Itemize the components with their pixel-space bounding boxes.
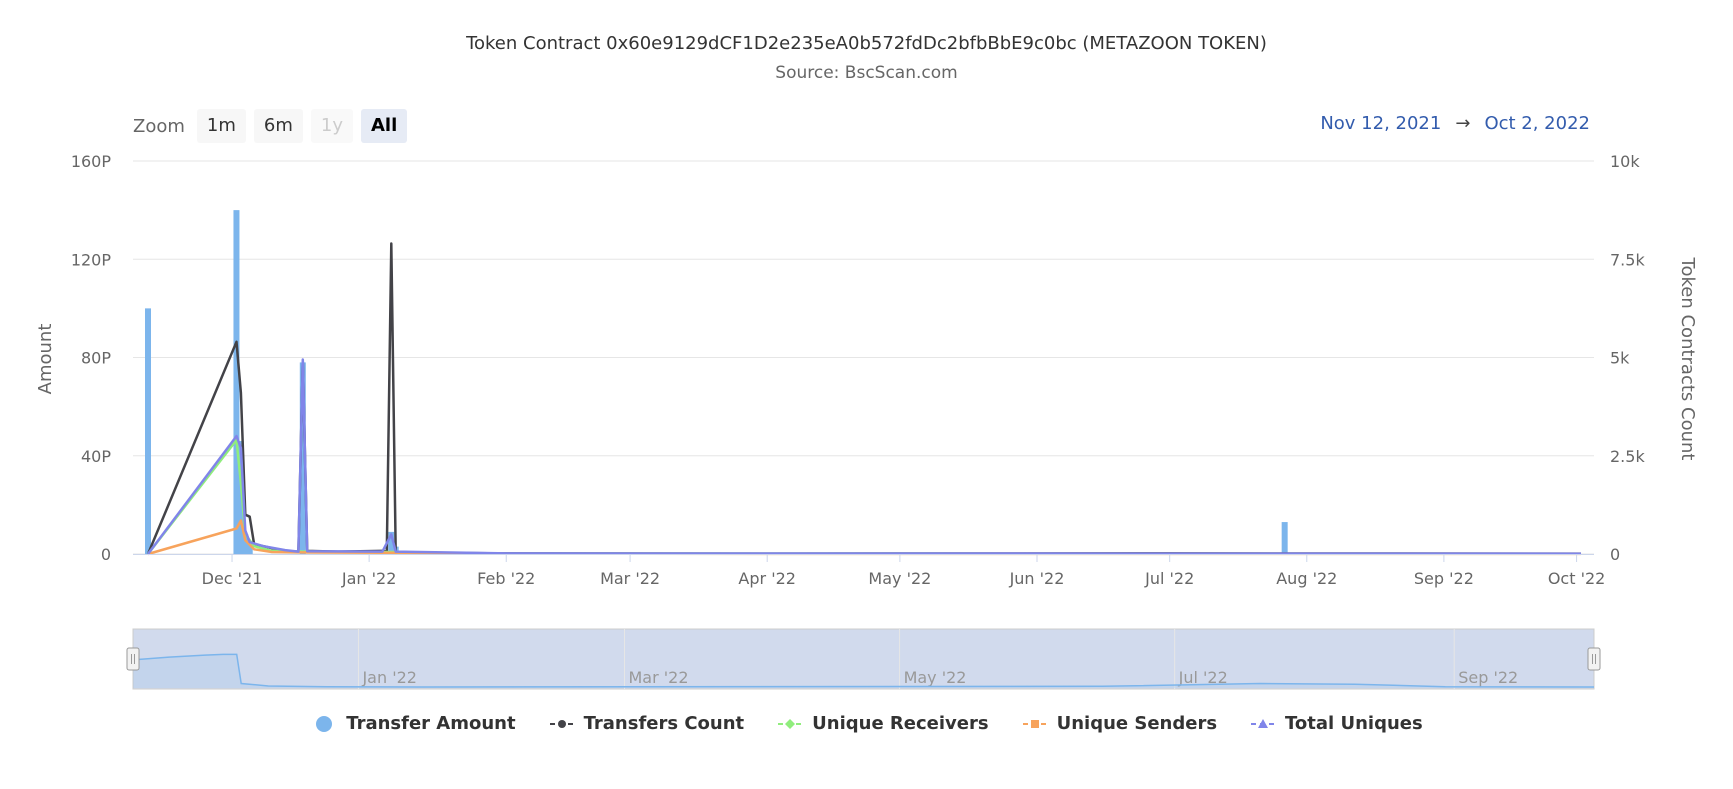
y-left-tick-label: 160P <box>71 152 112 171</box>
navigator-mask[interactable] <box>132 628 1595 690</box>
legend: Transfer Amount Transfers Count Unique Rec… <box>0 713 1733 734</box>
circle-marker-icon <box>316 715 333 732</box>
transfer-amount-bar[interactable] <box>1281 522 1288 554</box>
x-tick-label: Oct '22 <box>1548 569 1606 588</box>
navigator-handle-right[interactable] <box>1587 647 1601 671</box>
transfer-amount-bar[interactable] <box>145 308 151 554</box>
y-left-tick-label: 40P <box>81 447 111 466</box>
legend-label: Unique Receivers <box>812 713 989 734</box>
x-tick-label: May '22 <box>868 569 931 588</box>
x-tick-label: Jul '22 <box>1144 569 1194 588</box>
y-right-tick-label: 0 <box>1610 545 1620 564</box>
y-right-tick-label: 7.5k <box>1610 250 1645 269</box>
navigator-label: Mar '22 <box>629 668 689 687</box>
unique-senders-line[interactable] <box>147 519 1582 556</box>
x-tick-label: Dec '21 <box>202 569 263 588</box>
transfer-amount-columns <box>145 210 1288 554</box>
legend-item-transfers-count[interactable]: Transfers Count <box>548 713 745 734</box>
legend-item-total-uniques[interactable]: Total Uniques <box>1249 713 1423 734</box>
total-uniques-line[interactable] <box>147 358 1582 555</box>
y-left-tick-label: 120P <box>71 250 112 269</box>
y-axis-left-labels: 0 40P 80P 120P 160P <box>71 152 112 564</box>
y-axis-right-title: Token Contracts Count <box>1677 257 1698 461</box>
legend-label: Transfer Amount <box>346 713 516 734</box>
x-tick-label: Feb '22 <box>477 569 535 588</box>
x-tick-label: Jan '22 <box>341 569 397 588</box>
transfers-count-line[interactable] <box>146 242 1582 555</box>
x-tick-label: Aug '22 <box>1276 569 1337 588</box>
legend-label: Unique Senders <box>1056 713 1218 734</box>
x-tick-label: Jun '22 <box>1009 569 1065 588</box>
navigator-label: Sep '22 <box>1458 668 1518 687</box>
y-axis-left-title: Amount <box>35 324 56 395</box>
y-left-tick-label: 80P <box>81 349 111 368</box>
diamond-marker-icon <box>778 718 803 729</box>
legend-item-unique-senders[interactable]: Unique Senders <box>1021 713 1217 734</box>
legend-label: Total Uniques <box>1285 713 1423 734</box>
navigator-label: May '22 <box>904 668 967 687</box>
navigator-handle-body[interactable] <box>126 647 140 671</box>
grid-lines <box>133 160 1594 555</box>
chart-canvas: 0 40P 80P 120P 160P 0 2.5k 5k 7.5k 10k Dec '21 Ja… <box>35 152 1698 690</box>
legend-label: Transfers Count <box>583 713 745 734</box>
triangle-marker-icon <box>1251 718 1276 728</box>
unique-receivers-line[interactable] <box>147 438 1582 556</box>
navigator-label: Jan '22 <box>361 668 417 687</box>
y-axis-right-labels: 0 2.5k 5k 7.5k 10k <box>1610 152 1645 564</box>
navigator-handle-body[interactable] <box>1587 647 1601 671</box>
x-tick-label: Apr '22 <box>738 569 796 588</box>
legend-item-transfer-amount[interactable]: Transfer Amount <box>310 713 516 734</box>
x-axis: Dec '21 Jan '22 Feb '22 Mar '22 Apr '22 May '… <box>133 554 1605 588</box>
series-lines <box>146 242 1582 556</box>
navigator[interactable]: Jan '22 Mar '22 May '22 Jul '22 Sep '22 <box>126 628 1601 690</box>
navigator-handle-left[interactable] <box>126 647 140 671</box>
legend-item-unique-receivers[interactable]: Unique Receivers <box>776 713 989 734</box>
square-marker-icon <box>1022 719 1047 728</box>
y-left-tick-label: 0 <box>101 545 111 564</box>
circle-marker-icon <box>549 719 574 728</box>
y-right-tick-label: 5k <box>1610 349 1630 368</box>
x-tick-label: Sep '22 <box>1414 569 1474 588</box>
x-tick-label: Mar '22 <box>600 569 660 588</box>
y-right-tick-label: 2.5k <box>1610 447 1645 466</box>
y-right-tick-label: 10k <box>1610 152 1640 171</box>
